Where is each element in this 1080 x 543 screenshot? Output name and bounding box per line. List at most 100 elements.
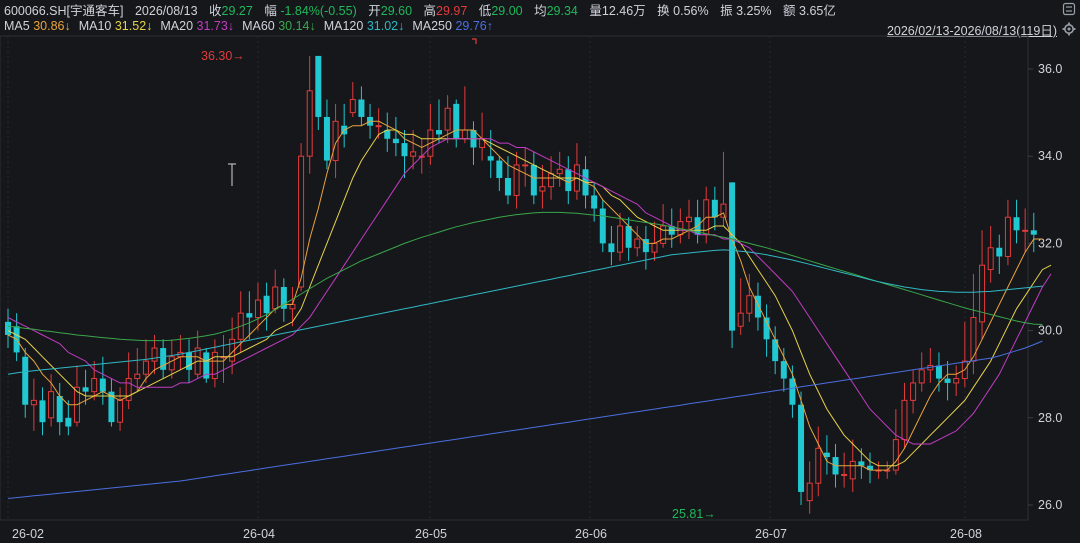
candle-body <box>522 164 529 167</box>
candle-body <box>48 391 55 419</box>
candle-body <box>315 55 322 117</box>
candle-body <box>142 360 149 375</box>
candle-body <box>39 400 46 423</box>
candle-body <box>65 417 72 427</box>
x-tick-label: 26-05 <box>415 527 447 541</box>
candle-body <box>91 378 98 393</box>
candle-body <box>358 99 365 117</box>
candle-body <box>134 373 141 380</box>
candle-body <box>556 168 563 175</box>
y-tick-label: 26.0 <box>1038 498 1062 512</box>
x-tick-label: 26-08 <box>950 527 982 541</box>
candlestick-chart[interactable]: 26.028.030.032.034.036.026-02 26-04 26-05 2… <box>0 0 1080 543</box>
candle-body <box>117 399 124 423</box>
candle-body <box>953 378 960 384</box>
candle-body <box>798 404 805 492</box>
candle-body <box>754 295 761 318</box>
x-tick-label: 26-04 <box>243 527 275 541</box>
candle-body <box>548 173 555 188</box>
candle-body <box>789 378 796 405</box>
candle-body <box>858 461 865 466</box>
candle-body <box>272 286 279 310</box>
candle-body <box>82 387 89 392</box>
x-tick-label: 26-02 <box>12 527 44 541</box>
event-marker-icon <box>472 38 477 44</box>
min-marker-label: 25.81→ <box>672 507 716 521</box>
candle-body <box>410 151 417 157</box>
candle-body <box>815 447 822 484</box>
candle-body <box>461 129 468 140</box>
ma5-line <box>7 120 1043 471</box>
candle-body <box>935 365 942 379</box>
ma20-line <box>7 138 1052 445</box>
candle-body <box>539 186 546 192</box>
plot-frame <box>0 35 1029 521</box>
candle-body <box>263 295 270 314</box>
candle-body <box>565 169 572 192</box>
candle-body <box>151 347 158 362</box>
ma60-line <box>7 211 1043 342</box>
candle-body <box>168 356 175 371</box>
candle-body <box>30 399 37 406</box>
candle-body <box>711 199 718 218</box>
ma10-line <box>7 129 1052 467</box>
candle-body <box>496 160 503 178</box>
x-tick-label: 26-06 <box>575 527 607 541</box>
candle-body <box>996 247 1003 257</box>
candle-body <box>720 203 727 218</box>
max-marker-label: 36.30→ <box>201 49 245 63</box>
candle-body <box>599 208 606 244</box>
candle-body <box>392 138 399 144</box>
candle-body <box>651 242 658 253</box>
candle-body <box>99 378 106 392</box>
y-tick-label: 36.0 <box>1038 62 1062 76</box>
candle-body <box>22 356 29 405</box>
candle-body <box>1013 217 1020 231</box>
candle-body <box>685 216 692 223</box>
candle-body <box>634 238 641 249</box>
candle-body <box>306 90 313 157</box>
candle-body <box>944 378 951 383</box>
candle-body <box>1004 216 1011 257</box>
candle-body <box>530 164 537 196</box>
candle-body <box>298 155 305 288</box>
candle-body <box>1030 230 1037 235</box>
candle-body <box>375 125 382 128</box>
y-tick-label: 30.0 <box>1038 324 1062 338</box>
candle-body <box>246 313 253 318</box>
candle-body <box>56 396 63 423</box>
x-tick-label: 26-07 <box>755 527 787 541</box>
candle-body <box>487 156 494 161</box>
candle-body <box>289 303 296 310</box>
candle-body <box>591 195 598 209</box>
candle-body <box>806 482 813 502</box>
candle-body <box>729 182 736 331</box>
candle-body <box>987 247 994 271</box>
y-tick-label: 34.0 <box>1038 149 1062 163</box>
candle-body <box>436 130 442 135</box>
candle-body <box>625 225 632 248</box>
candle-body <box>254 299 261 319</box>
candle-body <box>901 399 908 441</box>
candle-body <box>918 369 925 384</box>
candle-body <box>617 225 624 253</box>
candle-body <box>910 382 917 401</box>
candle-body <box>970 317 977 362</box>
candle-body <box>608 243 615 253</box>
candle-body <box>401 143 408 157</box>
candle-body <box>5 321 11 335</box>
candle-body <box>979 264 986 323</box>
y-tick-label: 28.0 <box>1038 411 1062 425</box>
candle-body <box>780 361 787 379</box>
candle-body <box>504 178 511 196</box>
candle-body <box>737 312 744 327</box>
candle-body <box>660 225 667 244</box>
candle-body <box>444 107 451 131</box>
candle-body <box>323 116 330 161</box>
candle-body <box>746 295 753 314</box>
candle-body <box>453 103 460 139</box>
candle-body <box>849 460 856 480</box>
candle-body <box>841 473 848 476</box>
candle-body <box>349 99 356 114</box>
candle-body <box>1022 229 1029 232</box>
